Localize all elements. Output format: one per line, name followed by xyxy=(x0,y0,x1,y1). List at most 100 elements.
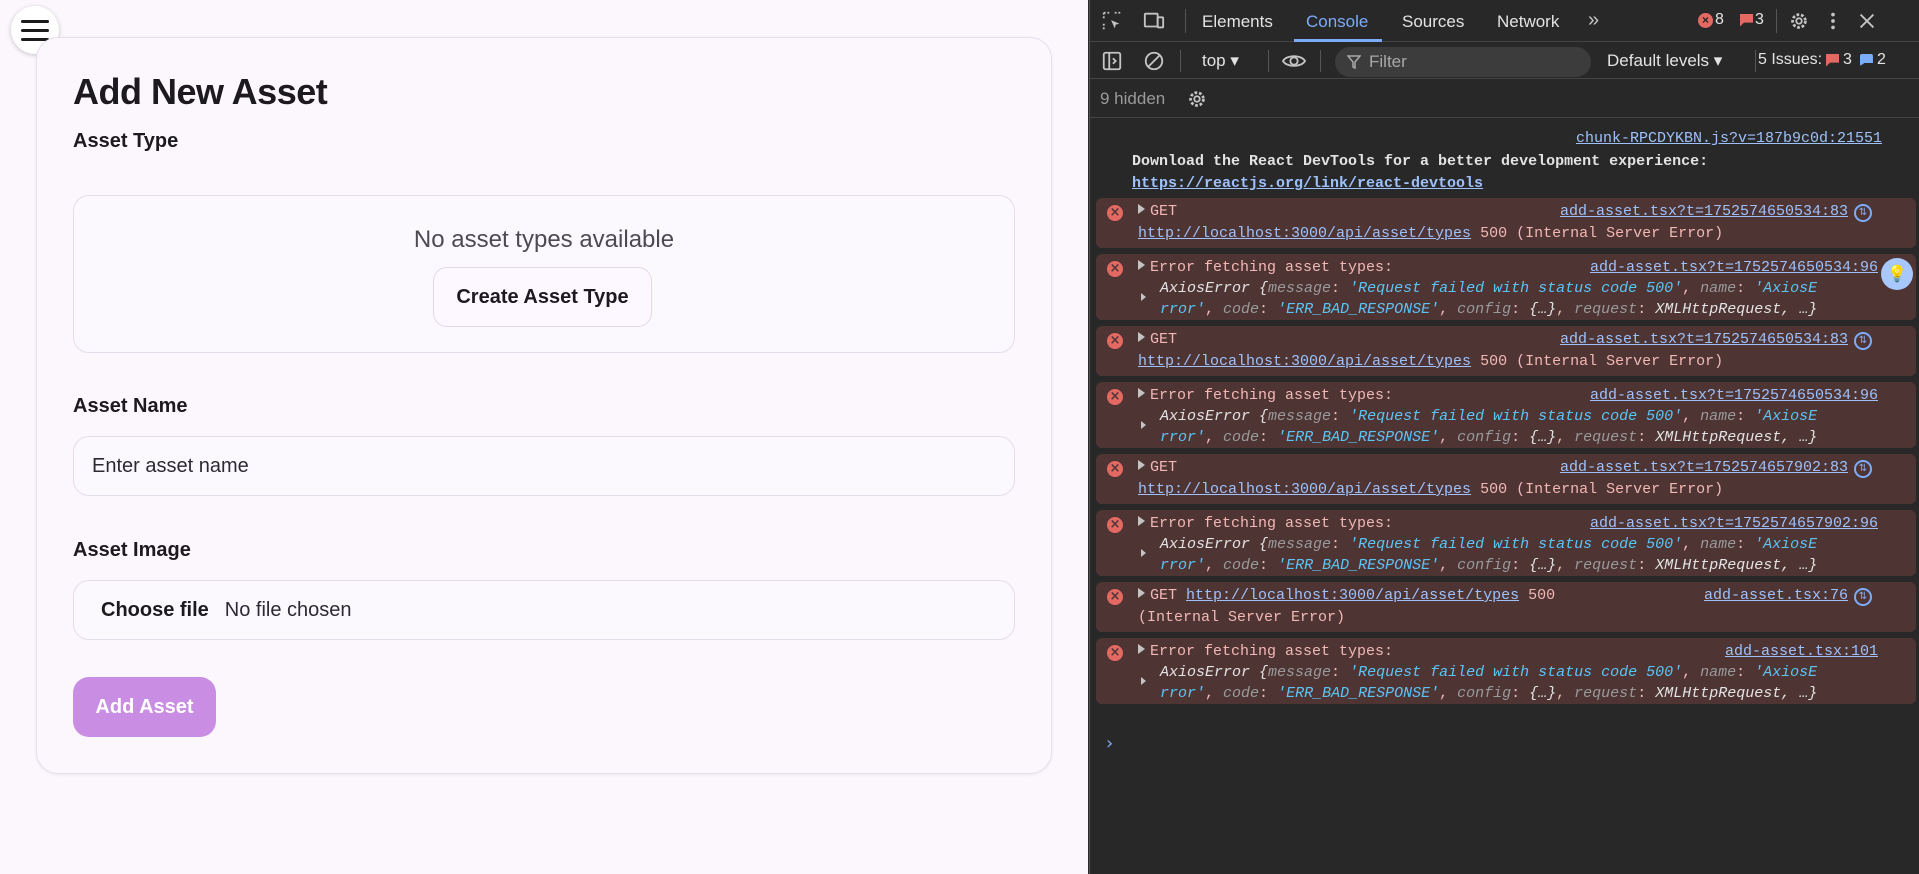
ai-insight-lightbulb-icon[interactable]: 💡 xyxy=(1881,258,1913,290)
expand-icon[interactable] xyxy=(1138,644,1145,654)
tab-console[interactable]: Console xyxy=(1306,12,1368,32)
expand-icon[interactable] xyxy=(1138,260,1145,270)
error-icon: × xyxy=(1107,261,1123,277)
menu-bar-icon xyxy=(21,28,49,32)
key: message xyxy=(1268,664,1332,681)
inspect-element-icon[interactable] xyxy=(1100,10,1124,32)
axios-error-line2: rror', code: 'ERR_BAD_RESPONSE', config:… xyxy=(1160,685,1818,702)
request-url[interactable]: http://localhost:3000/api/asset/types xyxy=(1186,587,1519,604)
console-error-fetch[interactable]: × Error fetching asset types: add-asset.… xyxy=(1096,382,1916,448)
status-text: 500 (Internal Server Error) xyxy=(1480,481,1724,498)
console-info-message: chunk-RPCDYKBN.js?v=187b9c0d:21551 Downl… xyxy=(1090,122,1919,198)
hidden-count: 9 hidden xyxy=(1100,89,1166,108)
error-message: Error fetching asset types: xyxy=(1150,259,1394,276)
active-tab-indicator xyxy=(1294,39,1382,42)
value: 'Request failed with status code 500' xyxy=(1349,536,1683,553)
expand-icon[interactable] xyxy=(1141,293,1146,301)
context-selector[interactable]: top ▾ xyxy=(1202,51,1239,71)
asset-name-input[interactable]: Enter asset name xyxy=(73,436,1015,496)
request-url[interactable]: http://localhost:3000/api/asset/types xyxy=(1138,481,1471,498)
add-asset-button[interactable]: Add Asset xyxy=(73,677,216,737)
filter-placeholder: Filter xyxy=(1369,52,1407,71)
network-request-icon[interactable]: ⇅ xyxy=(1854,460,1872,478)
value: 'ERR_BAD_RESPONSE' xyxy=(1277,301,1440,318)
expand-icon[interactable] xyxy=(1141,421,1146,429)
expand-icon[interactable] xyxy=(1141,549,1146,557)
choose-file-button[interactable]: Choose file xyxy=(101,599,209,622)
expand-icon[interactable] xyxy=(1138,388,1145,398)
expand-icon[interactable] xyxy=(1138,204,1145,214)
value: rror' xyxy=(1160,301,1206,318)
gear-icon[interactable] xyxy=(1787,10,1811,32)
console-error-fetch[interactable]: × Error fetching asset types: add-asset.… xyxy=(1096,638,1916,704)
clear-console-icon[interactable] xyxy=(1142,50,1166,72)
source-link[interactable]: add-asset.tsx?t=1752574650534:83 xyxy=(1560,203,1848,220)
error-icon: × xyxy=(1107,589,1123,605)
axios-error-line1: AxiosError {message: 'Request failed wit… xyxy=(1160,536,1818,553)
axios-prefix: AxiosError { xyxy=(1160,536,1269,553)
issues-counter[interactable]: 5 Issues: 3 2 xyxy=(1758,51,1886,69)
expand-icon[interactable] xyxy=(1138,332,1145,342)
key: code xyxy=(1223,429,1260,446)
source-link[interactable]: add-asset.tsx?t=1752574657902:96 xyxy=(1590,515,1878,532)
default-levels-dropdown[interactable]: Default levels ▾ xyxy=(1607,51,1722,71)
console-error-get[interactable]: × GET http://localhost:3000/api/asset/ty… xyxy=(1096,582,1916,632)
more-tabs-icon[interactable]: » xyxy=(1588,9,1599,32)
network-request-icon[interactable]: ⇅ xyxy=(1854,332,1872,350)
axios-prefix: AxiosError { xyxy=(1160,408,1269,425)
request-line: http://localhost:3000/api/asset/types 50… xyxy=(1138,353,1723,370)
react-devtools-link[interactable]: https://reactjs.org/link/react-devtools xyxy=(1132,175,1483,192)
key: name xyxy=(1700,408,1737,425)
network-request-icon[interactable]: ⇅ xyxy=(1854,588,1872,606)
source-link[interactable]: chunk-RPCDYKBN.js?v=187b9c0d:21551 xyxy=(1576,130,1882,147)
create-asset-type-button[interactable]: Create Asset Type xyxy=(433,267,652,327)
request-line: http://localhost:3000/api/asset/types 50… xyxy=(1138,481,1723,498)
console-settings-gear-icon[interactable] xyxy=(1185,88,1209,110)
issues-info-count: 2 xyxy=(1876,51,1886,68)
key: message xyxy=(1268,536,1332,553)
request-url[interactable]: http://localhost:3000/api/asset/types xyxy=(1138,353,1471,370)
devtools-tabbar: Elements Console Sources Network » × 8 3 xyxy=(1090,0,1919,42)
error-icon: × xyxy=(1107,517,1123,533)
filter-icon xyxy=(1347,55,1361,69)
console-error-get[interactable]: × GET add-asset.tsx?t=1752574657902:83 ⇅… xyxy=(1096,454,1916,504)
axios-error-line1: AxiosError {message: 'Request failed wit… xyxy=(1160,664,1818,681)
console-prompt-chevron-icon[interactable]: › xyxy=(1106,733,1113,754)
console-error-fetch[interactable]: × Error fetching asset types: add-asset.… xyxy=(1096,254,1916,320)
request-url[interactable]: http://localhost:3000/api/asset/types xyxy=(1138,225,1471,242)
context-label: top xyxy=(1202,51,1226,70)
tab-sources[interactable]: Sources xyxy=(1402,12,1464,32)
sidebar-toggle-icon[interactable] xyxy=(1100,50,1124,72)
close-icon[interactable] xyxy=(1855,10,1879,32)
error-count-badge[interactable]: × 8 xyxy=(1698,11,1724,29)
expand-icon[interactable] xyxy=(1138,588,1145,598)
source-link[interactable]: add-asset.tsx:101 xyxy=(1725,643,1878,660)
value: 'AxiosE xyxy=(1754,280,1818,297)
console-error-get[interactable]: × GET add-asset.tsx?t=1752574650534:83 ⇅… xyxy=(1096,198,1916,248)
source-link[interactable]: add-asset.tsx?t=1752574657902:83 xyxy=(1560,459,1848,476)
expand-icon[interactable] xyxy=(1138,516,1145,526)
source-link[interactable]: add-asset.tsx:76 xyxy=(1704,587,1848,604)
network-request-icon[interactable]: ⇅ xyxy=(1854,204,1872,222)
expand-icon[interactable] xyxy=(1141,677,1146,685)
error-count: 8 xyxy=(1715,11,1724,28)
value: 'AxiosE xyxy=(1754,664,1818,681)
warning-count-badge[interactable]: 3 xyxy=(1740,11,1764,29)
source-link[interactable]: add-asset.tsx?t=1752574650534:96 xyxy=(1590,387,1878,404)
console-error-fetch[interactable]: × Error fetching asset types: add-asset.… xyxy=(1096,510,1916,576)
source-link[interactable]: add-asset.tsx?t=1752574650534:83 xyxy=(1560,331,1848,348)
tab-elements[interactable]: Elements xyxy=(1202,12,1273,32)
more-options-icon[interactable] xyxy=(1821,10,1845,32)
http-method: GET xyxy=(1150,459,1178,476)
device-toolbar-icon[interactable] xyxy=(1142,10,1166,32)
filter-input[interactable]: Filter xyxy=(1335,47,1591,77)
tab-network[interactable]: Network xyxy=(1497,12,1559,32)
divider xyxy=(1268,50,1269,72)
expand-icon[interactable] xyxy=(1138,460,1145,470)
console-error-get[interactable]: × GET add-asset.tsx?t=1752574650534:83 ⇅… xyxy=(1096,326,1916,376)
source-link[interactable]: add-asset.tsx?t=1752574650534:96 xyxy=(1590,259,1878,276)
asset-image-file-input[interactable]: Choose file No file chosen xyxy=(73,580,1015,640)
eye-icon[interactable] xyxy=(1280,50,1308,72)
divider xyxy=(1185,9,1186,33)
value: XMLHttpRequest, …} xyxy=(1655,301,1818,318)
